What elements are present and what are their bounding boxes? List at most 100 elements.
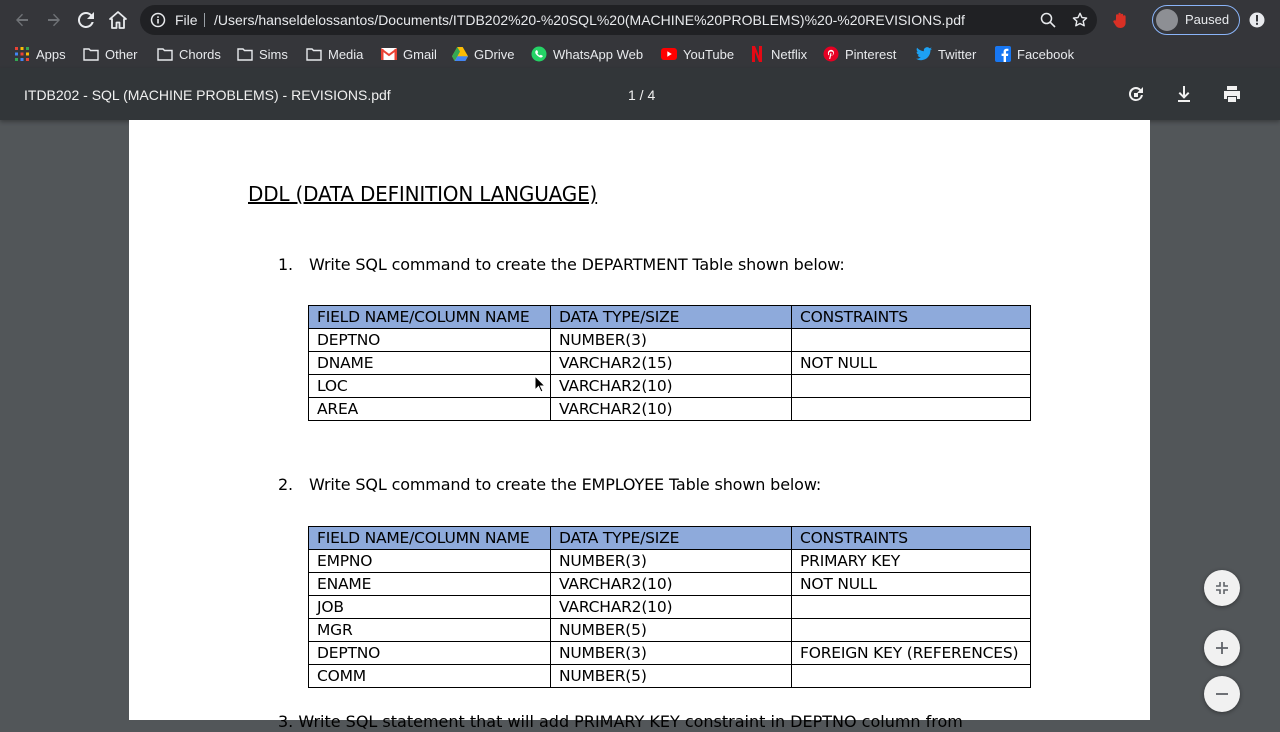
extension-icon[interactable]	[1112, 11, 1128, 29]
zoom-out-button[interactable]	[1204, 676, 1240, 712]
table-cell: VARCHAR2(10)	[550, 397, 792, 421]
bookmark-label: GDrive	[474, 46, 515, 62]
profile-button[interactable]: Paused	[1152, 5, 1240, 35]
question-number: 1.	[278, 255, 293, 274]
plus-icon	[1216, 642, 1228, 654]
url-text[interactable]: /Users/hanseldelossantos/Documents/ITDB2…	[214, 12, 965, 28]
table-cell: NUMBER(5)	[550, 664, 792, 688]
question-text: Write SQL command to create the EMPLOYEE…	[309, 475, 822, 494]
page-heading: DDL (DATA DEFINITION LANGUAGE)	[248, 182, 598, 206]
folder-icon	[237, 46, 253, 62]
bookmark-label: Apps	[36, 46, 66, 62]
bookmark-label: YouTube	[683, 46, 735, 62]
bookmark-apps[interactable]: Apps	[14, 46, 66, 62]
bookmark-label: Gmail	[403, 46, 437, 62]
table-row: DEPTNO NUMBER(3) FOREIGN KEY (REFERENCES…	[308, 641, 1031, 665]
page-indicator[interactable]: 1 / 4	[628, 87, 655, 103]
address-bar[interactable]: File /Users/hanseldelossantos/Documents/…	[140, 5, 1097, 35]
url-scheme-label: File	[175, 12, 198, 28]
bookmark-label: Netflix	[771, 46, 808, 62]
fit-to-page-button[interactable]	[1204, 570, 1240, 606]
pdf-title: ITDB202 - SQL (MACHINE PROBLEMS) - REVIS…	[24, 87, 391, 103]
more-menu-icon[interactable]	[1249, 12, 1265, 28]
header-cell: DATA TYPE/SIZE	[550, 305, 792, 329]
table-cell: LOC	[308, 374, 551, 398]
table-row: AREA VARCHAR2(10)	[308, 397, 1031, 421]
whatsapp-icon	[531, 46, 547, 62]
bookmark-netflix[interactable]: Netflix	[749, 46, 807, 62]
bookmark-label: Sims	[259, 46, 288, 62]
table-row: ENAME VARCHAR2(10) NOT NULL	[308, 572, 1031, 596]
back-button[interactable]	[10, 8, 34, 32]
mouse-cursor-icon	[534, 375, 546, 393]
bookmark-folder-other[interactable]: Other	[83, 46, 138, 62]
table-row: DEPTNO NUMBER(3)	[308, 328, 1031, 352]
table-cell: VARCHAR2(10)	[550, 374, 792, 398]
bookmark-twitter[interactable]: Twitter	[916, 46, 976, 62]
table-cell: FOREIGN KEY (REFERENCES)	[791, 641, 1031, 665]
table-cell: MGR	[308, 618, 551, 642]
bookmark-gmail[interactable]: Gmail	[381, 46, 437, 62]
bookmark-label: Chords	[179, 46, 221, 62]
zoom-icon[interactable]	[1040, 12, 1056, 28]
pdf-toolbar: ITDB202 - SQL (MACHINE PROBLEMS) - REVIS…	[0, 68, 1280, 120]
print-icon[interactable]	[1222, 84, 1242, 104]
bookmark-whatsapp[interactable]: WhatsApp Web	[531, 46, 643, 62]
profile-status: Paused	[1185, 12, 1230, 27]
table-cell: AREA	[308, 397, 551, 421]
bookmark-facebook[interactable]: Facebook	[995, 46, 1074, 62]
table-header-row: FIELD NAME/COLUMN NAME DATA TYPE/SIZE CO…	[308, 305, 1031, 329]
table-row: JOB VARCHAR2(10)	[308, 595, 1031, 619]
reload-icon	[78, 12, 94, 28]
table-header-row: FIELD NAME/COLUMN NAME DATA TYPE/SIZE CO…	[308, 526, 1031, 550]
table-row: EMPNO NUMBER(3) PRIMARY KEY	[308, 549, 1031, 573]
table-cell: DEPTNO	[308, 328, 551, 352]
bookmark-youtube[interactable]: YouTube	[661, 46, 734, 62]
table-cell: NUMBER(3)	[550, 328, 792, 352]
pdf-page: DDL (DATA DEFINITION LANGUAGE) 1. Write …	[129, 120, 1150, 731]
bookmark-folder-media[interactable]: Media	[306, 46, 363, 62]
rotate-icon[interactable]	[1126, 84, 1146, 104]
table-cell: NUMBER(3)	[550, 641, 792, 665]
bookmark-label: Facebook	[1017, 46, 1075, 62]
table-cell: COMM	[308, 664, 551, 688]
table-cell	[791, 397, 1031, 421]
table-cell: VARCHAR2(15)	[550, 351, 792, 375]
header-cell: DATA TYPE/SIZE	[550, 526, 792, 550]
forward-button[interactable]	[42, 8, 66, 32]
table-row: DNAME VARCHAR2(15) NOT NULL	[308, 351, 1031, 375]
bookmark-gdrive[interactable]: GDrive	[452, 46, 514, 62]
minus-icon	[1216, 693, 1228, 695]
question-number: 2.	[278, 475, 293, 494]
bookmark-folder-sims[interactable]: Sims	[237, 46, 288, 62]
bookmarks-bar: Apps Other Chords Sims Media Gmail GDriv…	[0, 40, 1280, 68]
table-cell	[791, 595, 1031, 619]
bookmark-label: Other	[105, 46, 138, 62]
apps-grid-icon	[14, 46, 30, 62]
table-cell	[791, 328, 1031, 352]
table-cell: VARCHAR2(10)	[550, 572, 792, 596]
table-cell: DNAME	[308, 351, 551, 375]
table-cell	[791, 618, 1031, 642]
home-icon	[109, 11, 127, 29]
table-cell: NOT NULL	[791, 572, 1031, 596]
home-button[interactable]	[106, 8, 130, 32]
info-icon[interactable]	[150, 12, 166, 28]
fit-page-icon	[1216, 582, 1228, 594]
department-table: FIELD NAME/COLUMN NAME DATA TYPE/SIZE CO…	[308, 305, 1031, 421]
download-icon[interactable]	[1174, 84, 1194, 104]
table-row: MGR NUMBER(5)	[308, 618, 1031, 642]
bookmark-folder-chords[interactable]: Chords	[157, 46, 221, 62]
table-cell: ENAME	[308, 572, 551, 596]
netflix-icon	[749, 46, 765, 62]
header-cell: CONSTRAINTS	[791, 305, 1031, 329]
folder-icon	[157, 46, 173, 62]
facebook-icon	[995, 46, 1011, 62]
star-icon[interactable]	[1072, 12, 1088, 28]
zoom-in-button[interactable]	[1204, 630, 1240, 666]
avatar	[1156, 9, 1178, 31]
table-cell: EMPNO	[308, 549, 551, 573]
reload-button[interactable]	[74, 8, 98, 32]
bookmark-label: Pinterest	[845, 46, 897, 62]
bookmark-pinterest[interactable]: Pinterest	[823, 46, 896, 62]
